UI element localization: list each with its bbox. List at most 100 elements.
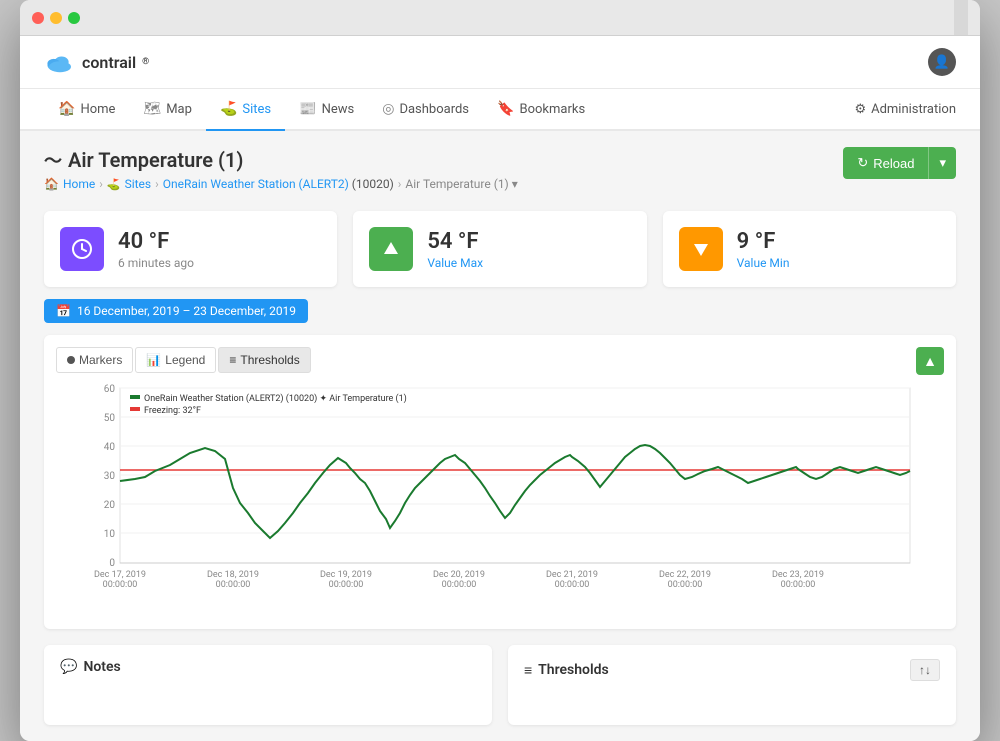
- svg-text:10: 10: [104, 529, 116, 540]
- stat-clock-icon: [60, 227, 104, 271]
- reload-main[interactable]: ↻ Reload: [843, 147, 929, 179]
- logo-sup: ®: [142, 57, 149, 67]
- date-badge[interactable]: 📅 16 December, 2019 – 23 December, 2019: [44, 299, 308, 323]
- stat-max-info: 54 °F Value Max: [427, 229, 483, 270]
- scrollbar[interactable]: [954, 0, 968, 35]
- threshold-sort-button[interactable]: ↑↓: [910, 659, 940, 681]
- logo-text: contrail: [82, 53, 136, 72]
- chart-header: Markers 📊 Legend ≡ Thresholds ▲: [56, 347, 944, 383]
- stat-card-max: 54 °F Value Max: [353, 211, 646, 287]
- sort-icon: ↑↓: [919, 663, 931, 677]
- breadcrumb-sep2: ›: [155, 177, 159, 191]
- nav-home[interactable]: 🏠 Home: [44, 89, 129, 131]
- page-title: 〜 Air Temperature (1): [44, 147, 518, 173]
- dashboards-icon: ◎: [382, 101, 394, 117]
- nav-items: 🏠 Home 🗺 Map ⛳ Sites 📰 News ◎ Dashb: [44, 89, 854, 129]
- traffic-lights: [32, 12, 80, 24]
- thresholds-title: ≡ Thresholds: [524, 662, 609, 679]
- nav-dashboards-label: Dashboards: [399, 102, 469, 117]
- nav-map-label: Map: [166, 102, 192, 117]
- tab-markers-label: Markers: [79, 353, 122, 367]
- nav-administration[interactable]: ⚙ Administration: [854, 102, 956, 117]
- user-avatar[interactable]: 👤: [928, 48, 956, 76]
- reload-caret[interactable]: ▾: [929, 147, 956, 179]
- thresholds-header: ≡ Thresholds ↑↓: [524, 659, 940, 681]
- nav-bookmarks[interactable]: 🔖 Bookmarks: [483, 89, 599, 131]
- thresholds-title-icon: ≡: [524, 662, 532, 679]
- logo-icon: [44, 51, 76, 73]
- svg-text:Dec 20, 2019: Dec 20, 2019: [433, 570, 485, 580]
- svg-text:Dec 21, 2019: Dec 21, 2019: [546, 570, 598, 580]
- stat-card-current: 40 °F 6 minutes ago: [44, 211, 337, 287]
- admin-gear-icon: ⚙: [854, 102, 866, 117]
- maximize-button[interactable]: [68, 12, 80, 24]
- svg-text:00:00:00: 00:00:00: [216, 580, 251, 590]
- date-range-label: 16 December, 2019 – 23 December, 2019: [77, 304, 296, 318]
- breadcrumb-sites-icon: ⛳: [107, 178, 121, 191]
- logo: contrail ®: [44, 51, 149, 73]
- legend-icon: 📊: [146, 353, 161, 367]
- svg-text:00:00:00: 00:00:00: [442, 580, 477, 590]
- svg-text:00:00:00: 00:00:00: [781, 580, 816, 590]
- stat-current-value: 40 °F: [118, 229, 194, 254]
- svg-text:0: 0: [109, 558, 115, 569]
- notes-label: Notes: [83, 659, 120, 675]
- svg-text:20: 20: [104, 500, 116, 511]
- stat-min-info: 9 °F Value Min: [737, 229, 790, 270]
- breadcrumb-home-icon: 🏠: [44, 177, 59, 191]
- breadcrumb-station[interactable]: OneRain Weather Station (ALERT2) (10020): [163, 177, 394, 191]
- page-title-area: 〜 Air Temperature (1) 🏠 Home › ⛳ Sites ›…: [44, 147, 518, 191]
- svg-text:Freezing: 32°F: Freezing: 32°F: [144, 406, 201, 416]
- svg-text:Dec 17, 2019: Dec 17, 2019: [94, 570, 146, 580]
- svg-text:50: 50: [104, 413, 116, 424]
- nav-map[interactable]: 🗺 Map: [129, 89, 206, 131]
- svg-text:Dec 23, 2019: Dec 23, 2019: [772, 570, 824, 580]
- breadcrumb: 🏠 Home › ⛳ Sites › OneRain Weather Stati…: [44, 177, 518, 191]
- breadcrumb-sep3: ›: [398, 177, 402, 191]
- nav-sites[interactable]: ⛳ Sites: [206, 89, 285, 131]
- tab-legend[interactable]: 📊 Legend: [135, 347, 216, 373]
- svg-text:00:00:00: 00:00:00: [103, 580, 138, 590]
- tab-thresholds[interactable]: ≡ Thresholds: [218, 347, 310, 373]
- bottom-sections: 💬 Notes ≡ Thresholds ↑↓: [20, 645, 980, 741]
- wind-icon: 〜: [44, 147, 62, 173]
- stat-max-value: 54 °F: [427, 229, 483, 254]
- reload-icon: ↻: [857, 155, 868, 171]
- nav-news[interactable]: 📰 News: [285, 89, 368, 131]
- chart-tabs: Markers 📊 Legend ≡ Thresholds: [56, 347, 311, 373]
- stat-min-value: 9 °F: [737, 229, 790, 254]
- nav-dashboards[interactable]: ◎ Dashboards: [368, 89, 483, 131]
- titlebar: [20, 0, 980, 36]
- breadcrumb-sites[interactable]: Sites: [125, 177, 152, 191]
- reload-button[interactable]: ↻ Reload ▾: [843, 147, 956, 179]
- breadcrumb-current: Air Temperature (1) ▾: [405, 177, 517, 191]
- svg-text:Dec 19, 2019: Dec 19, 2019: [320, 570, 372, 580]
- stat-card-min: 9 °F Value Min: [663, 211, 956, 287]
- stat-current-sub: 6 minutes ago: [118, 256, 194, 270]
- map-icon: 🗺: [143, 101, 161, 117]
- stat-max-label: Value Max: [427, 256, 483, 270]
- svg-text:00:00:00: 00:00:00: [329, 580, 364, 590]
- sites-icon: ⛳: [220, 101, 237, 117]
- chart-upload-button[interactable]: ▲: [916, 347, 944, 375]
- tab-markers[interactable]: Markers: [56, 347, 133, 373]
- notes-title: 💬 Notes: [60, 659, 476, 675]
- date-range-bar: 📅 16 December, 2019 – 23 December, 2019: [20, 299, 980, 335]
- temperature-chart: 60 50 40 30 20 10 0 OneRain Weather Stat…: [56, 383, 944, 613]
- svg-text:40: 40: [104, 442, 116, 453]
- close-button[interactable]: [32, 12, 44, 24]
- nav-news-label: News: [322, 102, 355, 117]
- nav-home-label: Home: [80, 102, 115, 117]
- stats-row: 40 °F 6 minutes ago 54 °F Value Max: [20, 199, 980, 299]
- nav-bar: 🏠 Home 🗺 Map ⛳ Sites 📰 News ◎ Dashb: [20, 89, 980, 131]
- thresholds-label: Thresholds: [538, 662, 609, 678]
- svg-text:OneRain Weather Station (ALERT: OneRain Weather Station (ALERT2) (10020)…: [144, 393, 407, 404]
- svg-text:00:00:00: 00:00:00: [668, 580, 703, 590]
- breadcrumb-home[interactable]: Home: [63, 177, 95, 191]
- stat-up-icon: [369, 227, 413, 271]
- minimize-button[interactable]: [50, 12, 62, 24]
- stat-current-info: 40 °F 6 minutes ago: [118, 229, 194, 270]
- main-content: contrail ® 👤 🏠 Home 🗺 Map ⛳ Sites: [20, 36, 980, 741]
- app-window: contrail ® 👤 🏠 Home 🗺 Map ⛳ Sites: [20, 0, 980, 741]
- chart-container: 60 50 40 30 20 10 0 OneRain Weather Stat…: [56, 383, 944, 617]
